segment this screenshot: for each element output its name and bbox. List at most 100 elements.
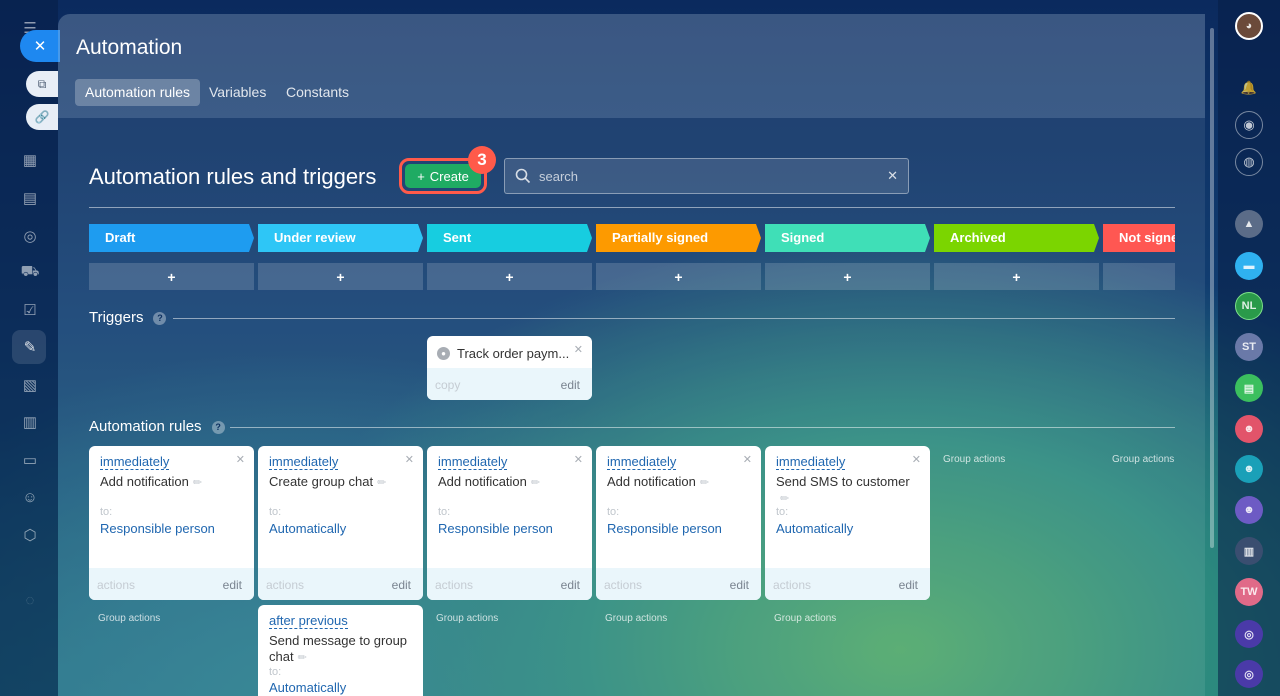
edit-trigger-link[interactable]: edit xyxy=(561,378,580,392)
open-in-new-window-button[interactable]: ⧉ xyxy=(26,71,58,97)
search-input[interactable] xyxy=(539,159,869,193)
rule-actions-link[interactable]: actions xyxy=(266,578,304,592)
panel-scrollbar[interactable] xyxy=(1210,28,1214,548)
calendar-icon[interactable]: ▦ xyxy=(20,150,40,170)
spiral-avatar[interactable]: ◎ xyxy=(1235,620,1263,648)
rule-recipient[interactable]: Automatically xyxy=(269,680,346,695)
pencil-icon[interactable]: ✏ xyxy=(780,493,789,505)
rule-delay[interactable]: immediately xyxy=(438,454,508,470)
delete-rule-icon[interactable]: ✕ xyxy=(405,453,414,466)
add-stage-rule-button[interactable]: + xyxy=(765,263,930,290)
chat-avatar[interactable]: ▬ xyxy=(1235,252,1263,280)
rule-card[interactable]: immediately ✕ Add notification ✏ to: Resp… xyxy=(596,446,761,600)
rule-recipient[interactable]: Automatically xyxy=(776,521,853,536)
pencil-icon[interactable]: ✏ xyxy=(298,652,307,664)
add-stage-rule-button[interactable] xyxy=(1103,263,1175,290)
rule-card[interactable]: immediately ✕ Add notification ✏ to: Resp… xyxy=(427,446,592,600)
rule-actions-link[interactable]: actions xyxy=(773,578,811,592)
stage-partially-signed[interactable]: Partially signed xyxy=(596,224,761,252)
drive-icon[interactable]: ▤ xyxy=(20,188,40,208)
add-stage-rule-button[interactable]: + xyxy=(89,263,254,290)
help-icon[interactable]: ? xyxy=(211,420,225,434)
stage-archived[interactable]: Archived xyxy=(934,224,1099,252)
delete-rule-icon[interactable]: ✕ xyxy=(236,453,245,466)
pencil-icon[interactable]: ✏ xyxy=(531,477,540,489)
rule-card[interactable]: after previous Send message to group cha… xyxy=(258,605,423,696)
rule-recipient[interactable]: Responsible person xyxy=(607,521,722,536)
rule-edit-link[interactable]: edit xyxy=(899,578,918,592)
rule-recipient[interactable]: Responsible person xyxy=(100,521,215,536)
user-avatar[interactable]: ◕ xyxy=(1235,12,1263,40)
rule-card[interactable]: immediately ✕ Send SMS to customer ✏ to: … xyxy=(765,446,930,600)
clear-search-icon[interactable]: ✕ xyxy=(887,168,898,184)
group-actions-link[interactable]: Group actions xyxy=(436,613,498,624)
target-icon[interactable]: ◎ xyxy=(20,226,40,246)
close-panel-button[interactable]: ✕ xyxy=(20,30,60,62)
delete-rule-icon[interactable]: ✕ xyxy=(743,453,752,466)
avatar-tw[interactable]: TW xyxy=(1235,578,1263,606)
delete-rule-icon[interactable]: ✕ xyxy=(912,453,921,466)
stage-signed[interactable]: Signed xyxy=(765,224,930,252)
stage-draft[interactable]: Draft xyxy=(89,224,254,252)
copy-trigger-link[interactable]: copy xyxy=(435,378,460,392)
contact-avatar[interactable]: ▲ xyxy=(1235,210,1263,238)
chat-icon[interactable]: ◍ xyxy=(1235,148,1263,176)
rule-delay[interactable]: after previous xyxy=(269,613,348,629)
help-icon[interactable]: ? xyxy=(153,311,167,325)
avatar-st[interactable]: ST xyxy=(1235,333,1263,361)
copilot-icon[interactable]: ◉ xyxy=(1235,111,1263,139)
delete-trigger-icon[interactable]: ✕ xyxy=(574,343,583,356)
add-stage-rule-button[interactable]: + xyxy=(934,263,1099,290)
add-stage-rule-button[interactable]: + xyxy=(596,263,761,290)
tab-variables[interactable]: Variables xyxy=(199,79,276,106)
rule-card[interactable]: immediately ✕ Create group chat ✏ to: Aut… xyxy=(258,446,423,600)
document-icon[interactable]: ▧ xyxy=(20,375,40,395)
rule-actions-link[interactable]: actions xyxy=(604,578,642,592)
group-avatar[interactable]: ☻ xyxy=(1235,455,1263,483)
rule-edit-link[interactable]: edit xyxy=(561,578,580,592)
group-avatar[interactable]: ☻ xyxy=(1235,415,1263,443)
robot-icon[interactable]: ☺ xyxy=(20,487,40,507)
rule-edit-link[interactable]: edit xyxy=(223,578,242,592)
group-actions-link[interactable]: Group actions xyxy=(1112,454,1174,465)
avatar-nl[interactable]: NL xyxy=(1235,292,1263,320)
rule-edit-link[interactable]: edit xyxy=(392,578,411,592)
pencil-icon[interactable]: ✏ xyxy=(377,477,386,489)
group-actions-link[interactable]: Group actions xyxy=(774,613,836,624)
analytics-icon[interactable]: ▥ xyxy=(20,412,40,432)
box-icon[interactable]: ⬡ xyxy=(20,525,40,545)
pencil-icon[interactable]: ✏ xyxy=(193,477,202,489)
add-stage-rule-button[interactable]: + xyxy=(427,263,592,290)
tasks-icon[interactable]: ☑ xyxy=(20,300,40,320)
copy-link-button[interactable]: 🔗 xyxy=(26,104,58,130)
pencil-icon[interactable]: ✏ xyxy=(700,477,709,489)
trigger-card[interactable]: ● Track order paym... ✕ copy edit xyxy=(427,336,592,400)
rule-card[interactable]: immediately ✕ Add notification ✏ to: Resp… xyxy=(89,446,254,600)
rule-delay[interactable]: immediately xyxy=(607,454,677,470)
rule-delay[interactable]: immediately xyxy=(776,454,846,470)
rule-delay[interactable]: immediately xyxy=(100,454,170,470)
stage-not-signed[interactable]: Not signed xyxy=(1103,224,1175,252)
rule-recipient[interactable]: Responsible person xyxy=(438,521,553,536)
rule-actions-link[interactable]: actions xyxy=(435,578,473,592)
delete-rule-icon[interactable]: ✕ xyxy=(574,453,583,466)
rule-delay[interactable]: immediately xyxy=(269,454,339,470)
city-avatar[interactable]: ▥ xyxy=(1235,537,1263,565)
document-avatar[interactable]: ▤ xyxy=(1235,374,1263,402)
add-stage-rule-button[interactable]: + xyxy=(258,263,423,290)
rule-edit-link[interactable]: edit xyxy=(730,578,749,592)
rule-recipient[interactable]: Automatically xyxy=(269,521,346,536)
spiral-avatar[interactable]: ◎ xyxy=(1235,660,1263,688)
contact-card-icon[interactable]: ▭ xyxy=(20,450,40,470)
settings-icon[interactable]: ◌ xyxy=(20,590,40,610)
group-actions-link[interactable]: Group actions xyxy=(605,613,667,624)
stage-under-review[interactable]: Under review xyxy=(258,224,423,252)
tab-automation-rules[interactable]: Automation rules xyxy=(75,79,201,106)
cart-icon[interactable]: ⛟ xyxy=(20,262,40,282)
group-actions-link[interactable]: Group actions xyxy=(943,454,1005,465)
sign-icon[interactable]: ✎ xyxy=(20,337,40,357)
group-actions-link[interactable]: Group actions xyxy=(98,613,160,624)
tab-constants[interactable]: Constants xyxy=(276,79,359,106)
group-avatar[interactable]: ☻ xyxy=(1235,496,1263,524)
rule-actions-link[interactable]: actions xyxy=(97,578,135,592)
